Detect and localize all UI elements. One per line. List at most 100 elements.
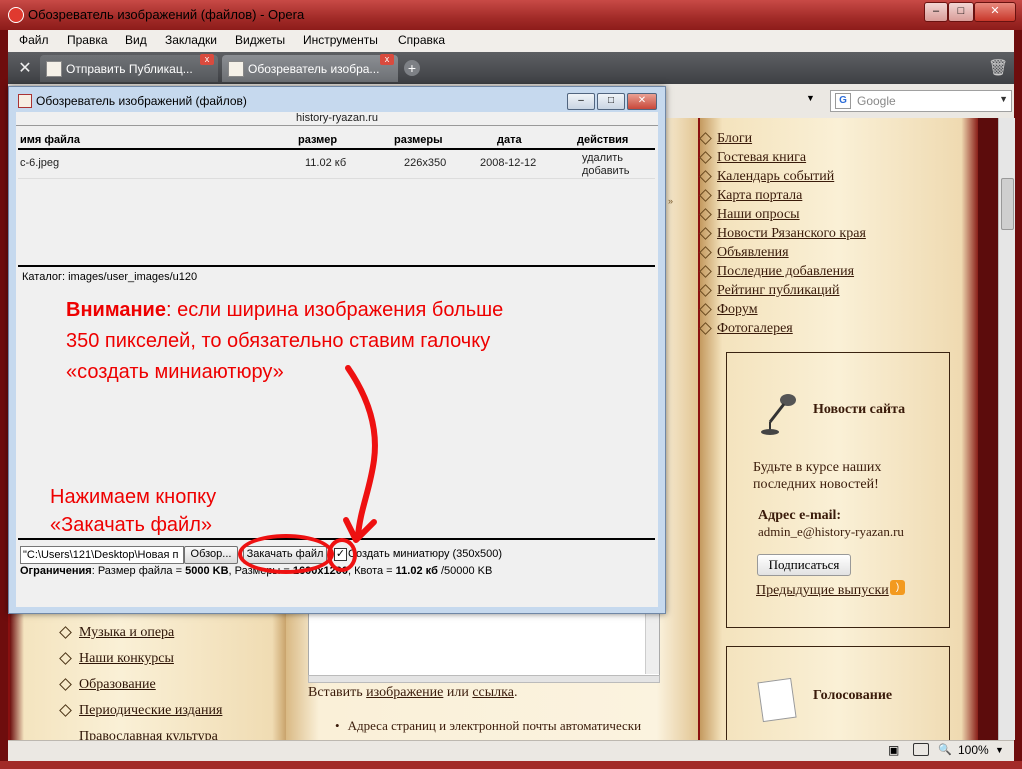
right-menu-item[interactable]: Фотогалерея xyxy=(699,321,793,337)
page-scrollbar[interactable] xyxy=(998,118,1015,740)
insert-image-link[interactable]: изображение xyxy=(366,685,443,700)
column-header-actions: действия xyxy=(577,134,629,146)
right-menu-item[interactable]: Новости Рязанского края xyxy=(699,226,866,242)
insert-line: Вставить изображение или ссылка. xyxy=(308,685,518,700)
catalog-path: Каталог: images/user_images/u120 xyxy=(22,271,198,283)
popup-maximize-button[interactable]: □ xyxy=(597,93,625,110)
search-input[interactable]: G Google ▼ xyxy=(830,90,1012,112)
message-textarea[interactable] xyxy=(308,612,660,676)
menu-widgets[interactable]: Виджеты xyxy=(235,33,285,47)
browse-button[interactable]: Обзор... xyxy=(184,546,238,564)
right-menu-item[interactable]: Последние добавления xyxy=(699,264,854,280)
email-label: Адрес e-mail: xyxy=(758,508,842,523)
zoom-icon: 🔍 xyxy=(938,744,952,756)
upload-highlight-oval xyxy=(238,534,334,574)
menu-bar xyxy=(8,30,1014,53)
minimize-button[interactable]: – xyxy=(924,2,948,22)
menu-tools[interactable]: Инструменты xyxy=(303,33,378,47)
search-placeholder: Google xyxy=(857,94,896,108)
right-menu-item[interactable]: Календарь событий xyxy=(699,169,834,185)
file-date: 2008-12-12 xyxy=(480,157,537,169)
column-header-dimensions: размеры xyxy=(394,134,443,146)
file-path-input[interactable]: "C:\Users\121\Desktop\Новая п xyxy=(20,546,184,564)
column-header-name: имя файла xyxy=(20,134,80,146)
news-text: последних новостей! xyxy=(753,477,879,492)
tab-image-browser[interactable]: Обозреватель изобра... x xyxy=(222,54,398,82)
popup-icon xyxy=(18,94,32,108)
menu-help[interactable]: Справка xyxy=(398,33,445,47)
left-menu-item[interactable]: Периодические издания xyxy=(59,703,222,719)
file-name[interactable]: c-6.jpeg xyxy=(20,157,59,169)
right-menu-item[interactable]: Карта портала xyxy=(699,188,802,204)
column-header-date: дата xyxy=(497,134,522,146)
delete-link[interactable]: удалить xyxy=(582,152,623,164)
window-frame xyxy=(0,761,1022,769)
row-divider xyxy=(18,178,655,179)
popup-close-button[interactable]: ✕ xyxy=(627,93,657,110)
insert-link-link[interactable]: ссылка xyxy=(472,685,514,700)
menu-file[interactable]: Файл xyxy=(19,33,49,47)
previous-issues-link[interactable]: Предыдущие выпуски xyxy=(756,583,889,599)
tab-label: Отправить Публикац... xyxy=(66,62,193,76)
right-menu-item[interactable]: Объявления xyxy=(699,245,789,261)
turbo-icon[interactable]: ▣ xyxy=(888,743,899,757)
news-title: Новости сайта xyxy=(813,402,906,417)
note-item: • Адреса страниц и электронной почты авто… xyxy=(335,718,642,733)
notepad-icon xyxy=(757,677,797,723)
subscribe-button[interactable]: Подписаться xyxy=(757,554,851,576)
popup-minimize-button[interactable]: – xyxy=(567,93,595,110)
table-header-rule xyxy=(18,148,655,150)
tab-publication[interactable]: Отправить Публикац... x xyxy=(40,54,218,82)
site-name: history-ryazan.ru xyxy=(296,112,378,124)
right-menu-item[interactable]: Рейтинг публикаций xyxy=(699,283,840,299)
annotation-arrow xyxy=(343,365,378,543)
left-menu-item[interactable]: Музыка и опера xyxy=(59,625,174,641)
close-button[interactable]: ✕ xyxy=(974,2,1016,22)
menu-bookmarks[interactable]: Закладки xyxy=(165,33,217,47)
list-bottom-rule xyxy=(18,265,655,267)
divider xyxy=(16,125,658,126)
new-tab-icon[interactable]: + xyxy=(404,60,420,76)
address-dropdown-icon[interactable]: ▼ xyxy=(806,93,815,103)
right-menu-item[interactable]: Форум xyxy=(699,302,758,318)
rss-icon[interactable]: ) xyxy=(890,580,905,595)
tab-label: Обозреватель изобра... xyxy=(248,62,380,76)
zoom-dropdown-icon[interactable]: ▼ xyxy=(995,745,1004,755)
arrows-icon: » xyxy=(668,196,674,206)
google-icon: G xyxy=(835,93,851,109)
file-dimensions: 226x350 xyxy=(404,157,447,169)
panel-toggle-icon[interactable]: ✕ xyxy=(14,58,36,78)
trash-icon[interactable]: 🗑 xyxy=(988,58,1008,78)
page-icon xyxy=(228,61,244,77)
zoom-level[interactable]: 100% xyxy=(958,743,989,757)
add-link[interactable]: добавить xyxy=(582,165,629,177)
window-title: Обозреватель изображений (файлов) - Oper… xyxy=(28,7,305,22)
opera-logo-icon xyxy=(8,7,24,23)
left-menu-item[interactable]: Православная культура xyxy=(79,729,218,740)
right-menu-item[interactable]: Блоги xyxy=(699,131,752,147)
menu-edit[interactable]: Правка xyxy=(67,33,108,47)
file-size: 11.02 кб xyxy=(305,157,347,169)
scrollbar-thumb[interactable] xyxy=(1001,178,1014,230)
resize-handle[interactable] xyxy=(308,675,660,683)
left-menu-item[interactable]: Наши конкурсы xyxy=(59,651,174,667)
popup-title: Обозреватель изображений (файлов) xyxy=(36,94,247,108)
right-menu-item[interactable]: Гостевая книга xyxy=(699,150,806,166)
tab-close-icon[interactable]: x xyxy=(380,54,394,65)
menu-view[interactable]: Вид xyxy=(125,33,147,47)
maximize-button[interactable]: □ xyxy=(948,2,974,22)
news-text: Будьте в курсе наших xyxy=(753,460,882,475)
page-icon xyxy=(46,61,62,77)
press-annotation: Нажимаем кнопку «Закачать файл» xyxy=(50,486,217,536)
page-border xyxy=(978,118,998,740)
column-header-size: размер xyxy=(298,134,338,146)
camera-icon[interactable] xyxy=(913,743,929,756)
left-menu-item[interactable]: Образование xyxy=(59,677,156,693)
email-address: admin_e@history-ryazan.ru xyxy=(758,524,904,539)
search-dropdown-icon[interactable]: ▼ xyxy=(999,94,1008,104)
right-menu-item[interactable]: Наши опросы xyxy=(699,207,800,223)
status-bar xyxy=(8,740,1014,762)
poll-title: Голосование xyxy=(813,688,893,703)
textarea-scrollbar[interactable] xyxy=(645,612,659,674)
tab-close-icon[interactable]: x xyxy=(200,54,214,65)
